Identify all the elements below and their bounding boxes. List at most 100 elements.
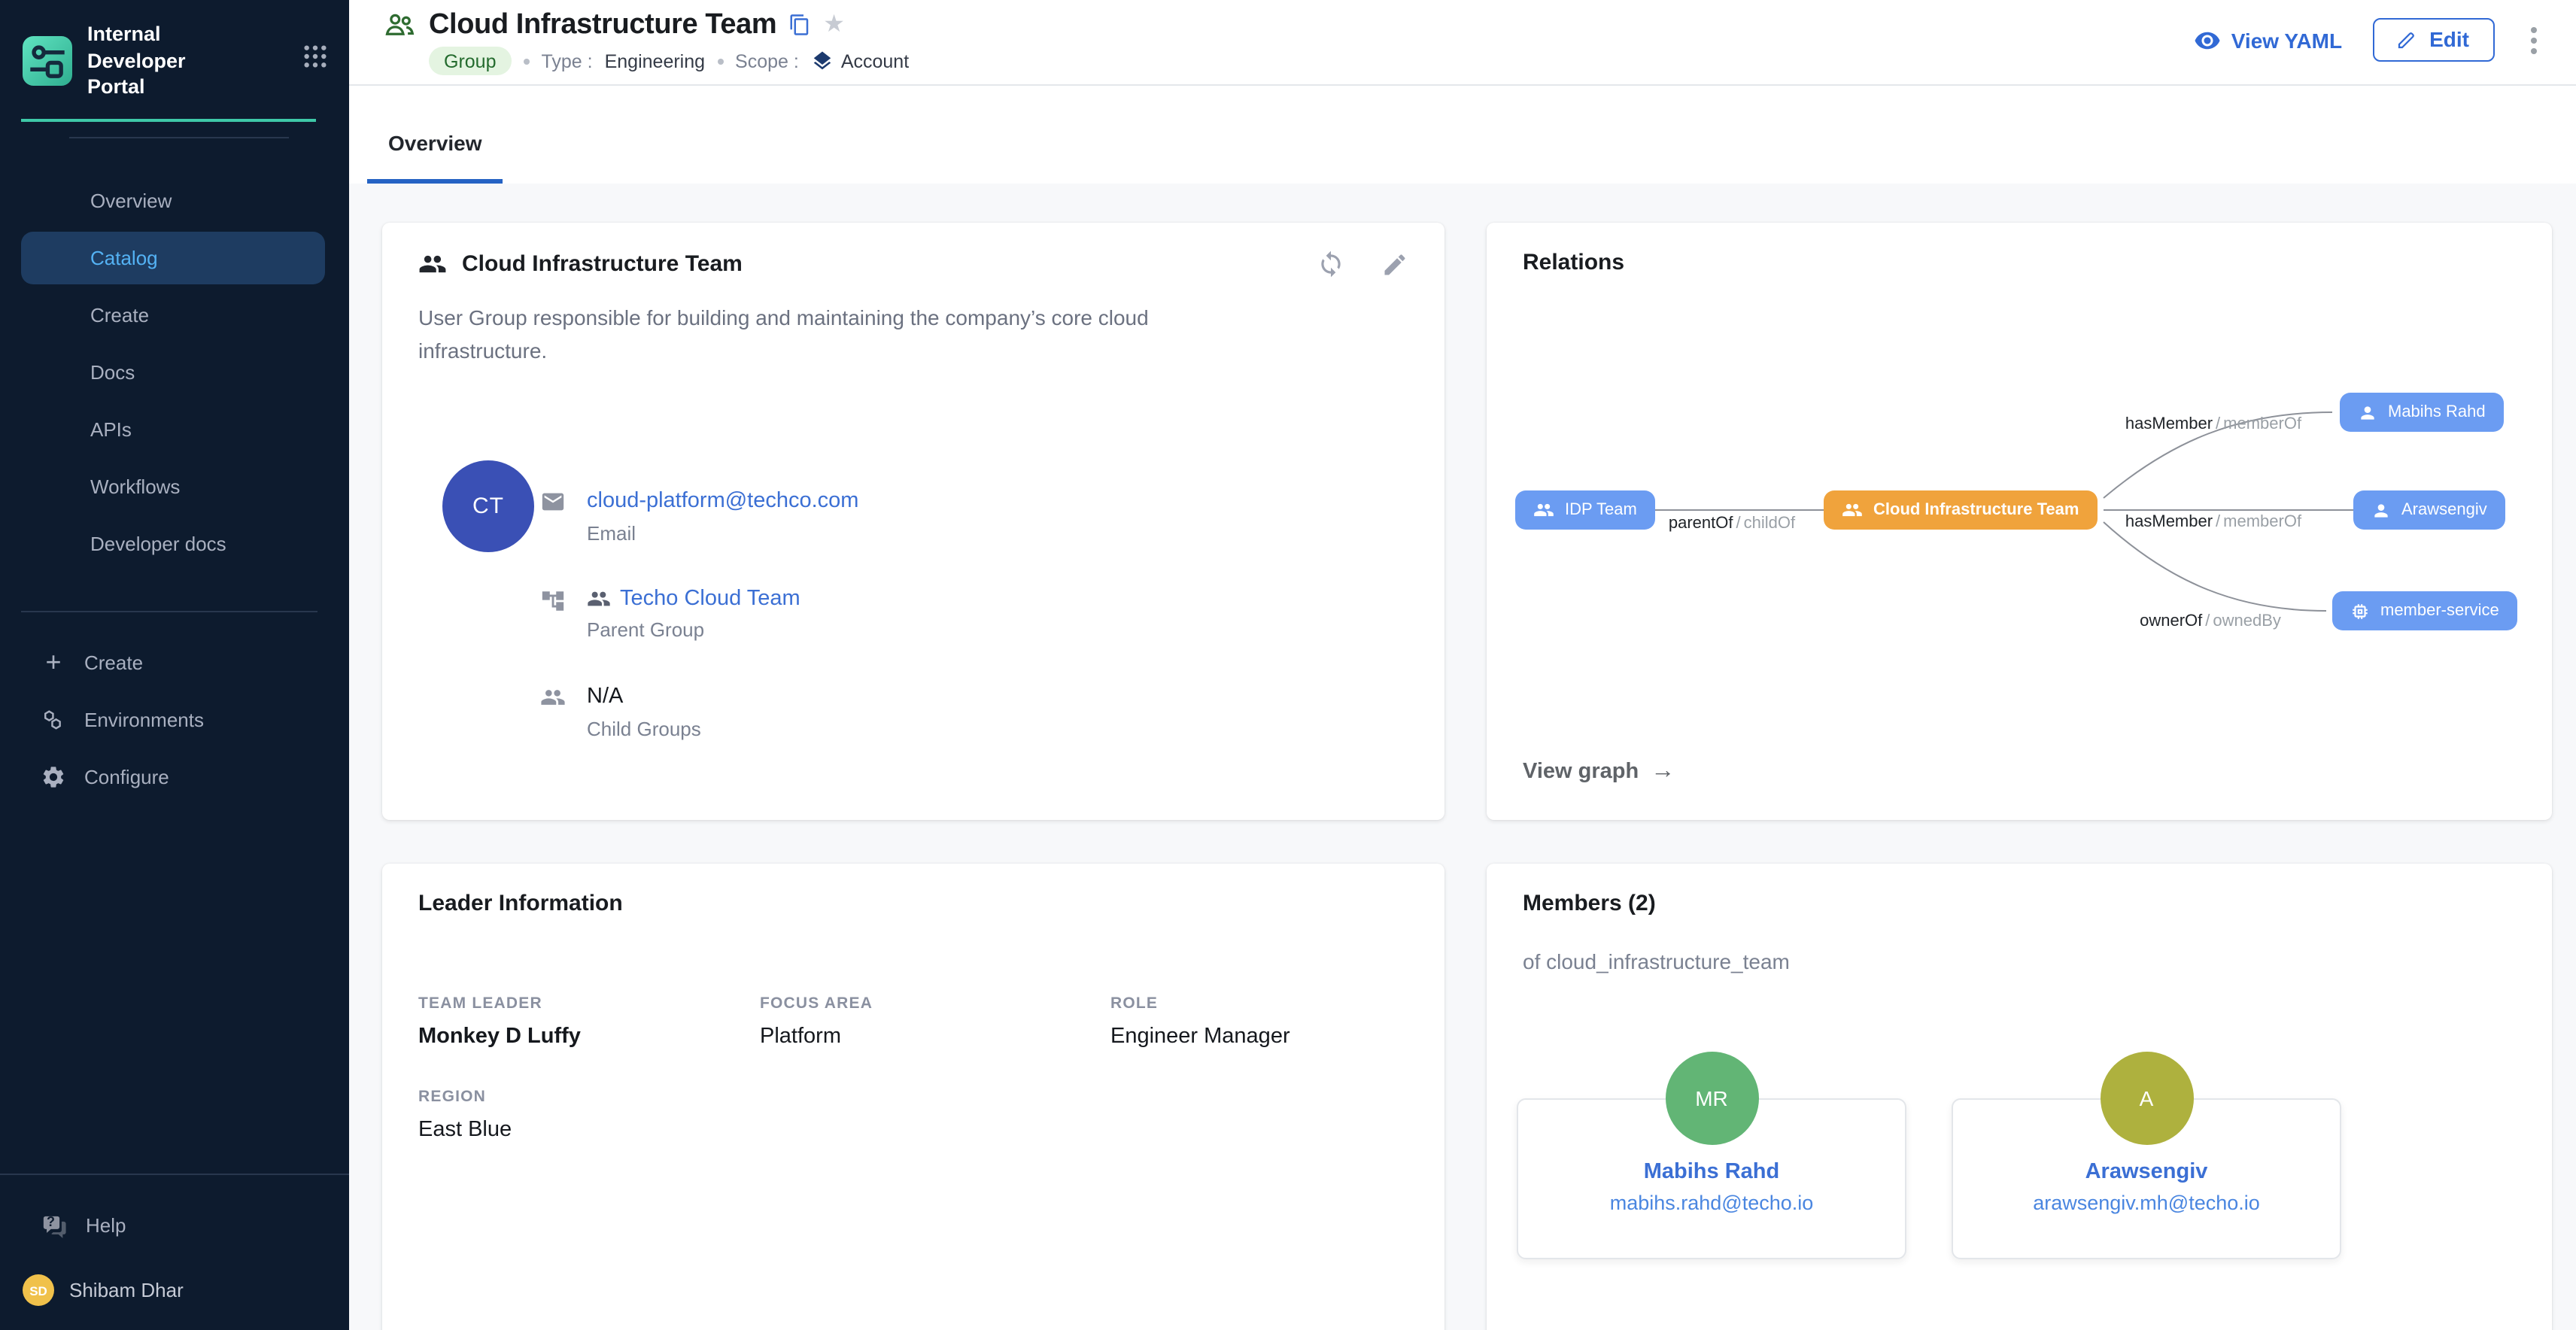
brand-title: Internal Developer Portal — [87, 21, 244, 100]
plus-icon: + — [41, 649, 66, 675]
graph-node-cloud-infrastructure-team[interactable]: Cloud Infrastructure Team — [1824, 490, 2097, 530]
sidebar-item-apis[interactable]: APIs — [21, 402, 325, 455]
field-value: Engineer Manager — [1110, 1025, 1408, 1049]
members-card-title: Members (2) — [1523, 891, 2516, 916]
member-card-mabihs-rahd: MR Mabihs Rahd mabihs.rahd@techo.io — [1517, 1098, 1906, 1259]
email-field: cloud-platform@techco.com Email — [540, 488, 858, 545]
team-description: User Group responsible for building and … — [418, 302, 1189, 368]
field-label: REGION — [418, 1088, 760, 1106]
member-avatar: A — [2100, 1052, 2193, 1145]
email-link[interactable]: cloud-platform@techco.com — [587, 490, 858, 514]
edit-pencil-icon[interactable] — [1381, 251, 1408, 278]
relations-graph: IDP Team Cloud Infrastructure Team Mabih… — [1487, 223, 2552, 820]
group-outline-icon — [382, 8, 417, 42]
people-icon — [418, 250, 447, 278]
parent-group-link[interactable]: Techo Cloud Team — [587, 588, 800, 612]
sidebar-item-label: Docs — [90, 360, 135, 383]
tree-icon — [540, 589, 566, 642]
sidebar-item-label: Catalog — [90, 246, 158, 269]
child-groups-field: N/A Child Groups — [540, 684, 858, 741]
graph-node-label: IDP Team — [1565, 501, 1637, 519]
members-card: Members (2) of cloud_infrastructure_team… — [1487, 864, 2552, 1330]
sidebar-item-configure[interactable]: Configure — [21, 750, 325, 803]
content-grid: Cloud Infrastructure Team — [349, 184, 2576, 1330]
brand-header: Internal Developer Portal — [0, 0, 349, 118]
graph-node-label: Mabihs Rahd — [2388, 403, 2486, 421]
refresh-icon[interactable] — [1317, 250, 1345, 278]
brand-accent-bar — [21, 118, 316, 121]
sidebar-item-create[interactable]: Create — [21, 288, 325, 341]
field-value: Platform — [760, 1025, 1110, 1049]
edit-button-label: Edit — [2429, 27, 2469, 51]
leader-card-title: Leader Information — [418, 891, 1408, 916]
view-yaml-button[interactable]: View YAML — [2194, 26, 2342, 53]
sidebar-item-docs[interactable]: Docs — [21, 345, 325, 398]
member-card-arawsengiv: A Arawsengiv arawsengiv.mh@techo.io — [1952, 1098, 2341, 1259]
sidebar-item-create-action[interactable]: + Create — [21, 636, 325, 688]
field-label: FOCUS AREA — [760, 994, 1110, 1013]
graph-node-label: Cloud Infrastructure Team — [1873, 501, 2079, 519]
member-avatar: MR — [1665, 1052, 1758, 1145]
members-subtitle: of cloud_infrastructure_team — [1523, 949, 2516, 973]
field-label: TEAM LEADER — [418, 994, 760, 1013]
graph-node-arawsengiv[interactable]: Arawsengiv — [2353, 490, 2505, 530]
graph-node-member-service[interactable]: member-service — [2332, 591, 2517, 630]
field-value: East Blue — [418, 1118, 760, 1142]
hexagons-icon — [41, 706, 66, 732]
user-profile[interactable]: SD Shibam Dhar — [0, 1256, 349, 1330]
tab-overview[interactable]: Overview — [367, 131, 503, 184]
entity-header: Cloud Infrastructure Team ★ Group Type :… — [349, 0, 2576, 86]
edge-label-parentof: parentOf/childOf — [1669, 515, 1795, 533]
member-name-link[interactable]: Mabihs Rahd — [1518, 1160, 1905, 1184]
scope-value: Account — [841, 50, 909, 71]
email-label: Email — [587, 523, 858, 545]
kind-badge: Group — [429, 47, 512, 75]
scope-label: Scope : — [735, 50, 799, 71]
parent-group-field: Techo Cloud Team Parent Group — [540, 588, 858, 642]
user-avatar: SD — [23, 1274, 54, 1306]
graph-node-idp-team[interactable]: IDP Team — [1515, 490, 1655, 530]
sidebar-item-catalog[interactable]: Catalog — [21, 231, 325, 284]
app-root: Internal Developer Portal Overview Catal… — [0, 0, 2576, 1330]
sidebar-item-workflows[interactable]: Workflows — [21, 460, 325, 512]
field-label: ROLE — [1110, 994, 1408, 1013]
entity-title-block: Cloud Infrastructure Team ★ Group Type :… — [382, 8, 909, 84]
entity-meta-row: Group Type : Engineering Scope : Account — [429, 47, 909, 75]
relations-card: Relations IDP Team — [1487, 223, 2552, 820]
favorite-star-icon[interactable]: ★ — [823, 13, 845, 37]
sidebar-item-label: Workflows — [90, 475, 180, 497]
team-fields: cloud-platform@techco.com Email — [540, 488, 858, 741]
sidebar-secondary-nav: + Create Environments Configu — [0, 636, 349, 807]
graph-node-mabihs-rahd[interactable]: Mabihs Rahd — [2340, 393, 2504, 432]
parent-group-name: Techo Cloud Team — [620, 588, 800, 612]
member-email-link[interactable]: mabihs.rahd@techo.io — [1518, 1192, 1905, 1214]
people-icon — [540, 685, 566, 741]
team-card-actions — [1317, 250, 1408, 278]
member-name-link[interactable]: Arawsengiv — [1953, 1160, 2340, 1184]
header-actions: View YAML Edit — [2194, 8, 2543, 84]
child-groups-value: N/A — [587, 685, 623, 709]
team-info-card: Cloud Infrastructure Team — [382, 223, 1444, 820]
graph-node-label: Arawsengiv — [2401, 501, 2487, 519]
field-role: ROLE Engineer Manager — [1110, 994, 1408, 1049]
graph-node-label: member-service — [2380, 602, 2499, 620]
type-label: Type : — [542, 50, 593, 71]
sidebar-item-help[interactable]: ? Help — [21, 1199, 325, 1252]
sidebar-item-environments[interactable]: Environments — [21, 693, 325, 745]
view-graph-link[interactable]: View graph → — [1523, 760, 1675, 784]
user-name: Shibam Dhar — [69, 1279, 184, 1301]
copy-icon[interactable] — [788, 14, 811, 36]
sidebar-item-overview[interactable]: Overview — [21, 174, 325, 226]
kebab-menu-button[interactable] — [2525, 20, 2543, 59]
pencil-icon — [2395, 28, 2417, 50]
edit-button[interactable]: Edit — [2372, 18, 2495, 62]
view-yaml-label: View YAML — [2231, 28, 2342, 52]
member-email-link[interactable]: arawsengiv.mh@techo.io — [1953, 1192, 2340, 1214]
sidebar-item-developer-docs[interactable]: Developer docs — [21, 517, 325, 569]
question-glyph: ? — [47, 1213, 55, 1228]
idp-logo-icon — [23, 36, 72, 86]
field-region: REGION East Blue — [418, 1088, 760, 1142]
entity-title-row: Cloud Infrastructure Team ★ — [382, 8, 909, 42]
sidebar-item-label: Overview — [90, 189, 172, 211]
apps-grid-icon[interactable] — [302, 44, 328, 77]
